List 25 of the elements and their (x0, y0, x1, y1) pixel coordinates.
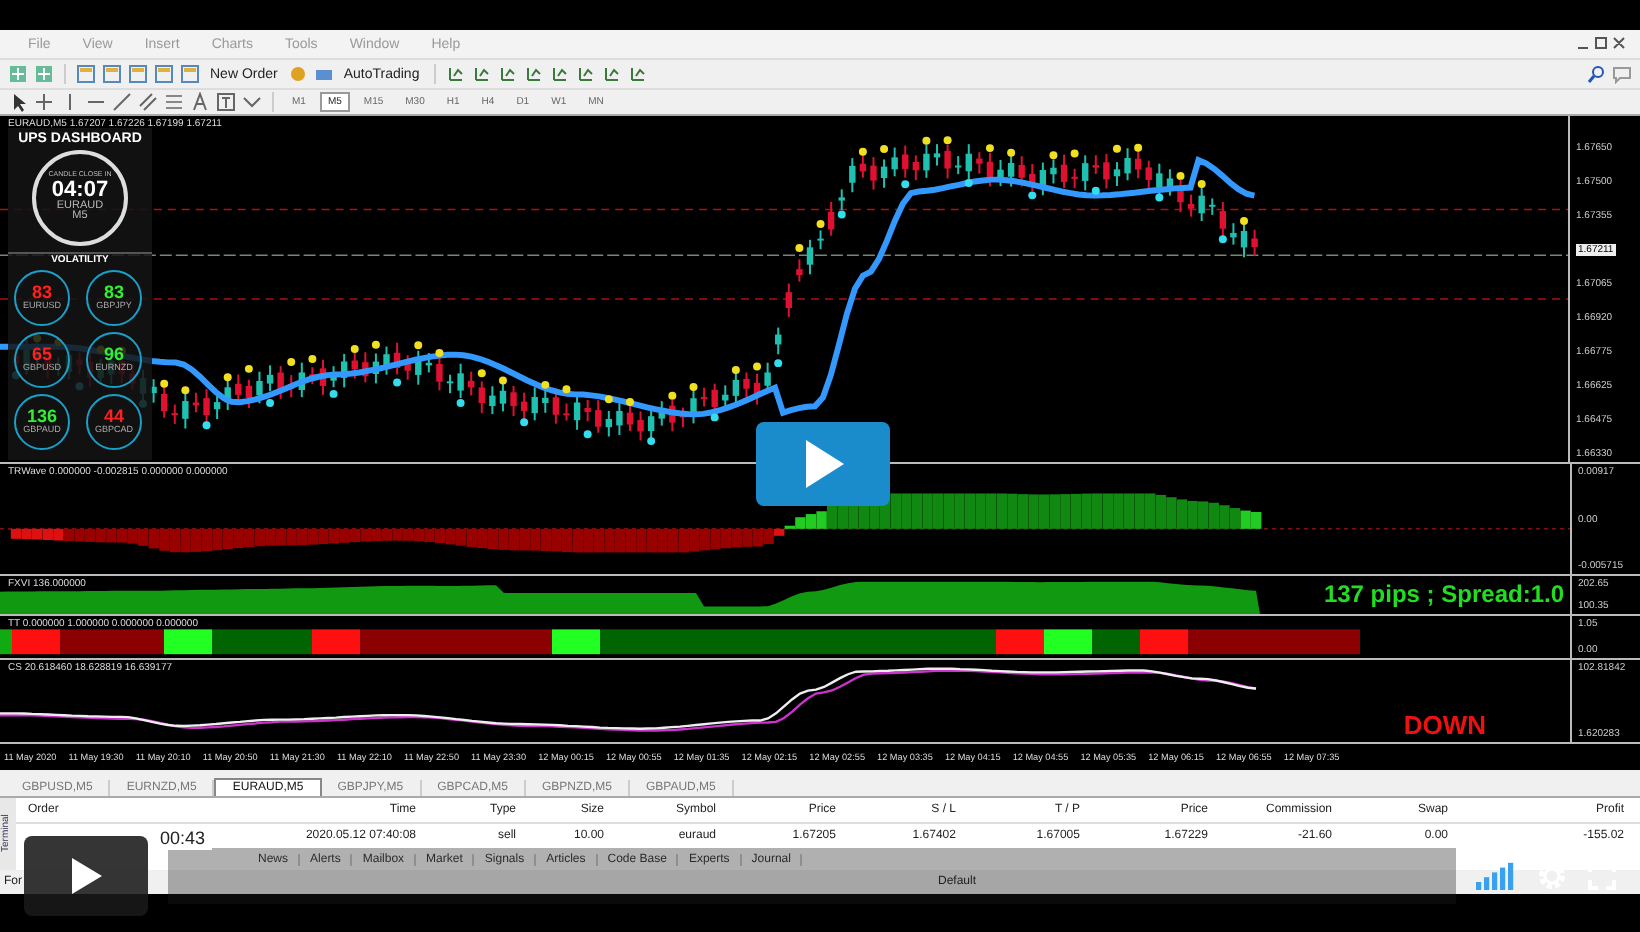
video-time-tooltip: 00:43 (154, 826, 212, 850)
window-controls-icon[interactable] (1576, 36, 1628, 52)
indicator-note: DOWN (1403, 710, 1486, 740)
window-icon[interactable] (154, 64, 174, 84)
cursor-icon[interactable] (8, 92, 28, 112)
play-icon (70, 858, 102, 894)
volatility-value: 136 (26, 408, 58, 427)
indicator-note: 137 pips ; Spread:1.0 (1323, 580, 1564, 608)
volume-icon[interactable] (1476, 862, 1516, 890)
fibonacci-icon[interactable] (164, 92, 184, 112)
volatility-value: 44 (103, 408, 124, 427)
label-icon[interactable] (216, 92, 236, 112)
progress-track[interactable] (168, 848, 1456, 904)
text-tool-icon[interactable] (190, 92, 210, 112)
volatility-value: 65 (31, 346, 52, 365)
search-icon[interactable] (1586, 64, 1606, 84)
trendline-icon[interactable] (112, 92, 132, 112)
play-button[interactable] (24, 836, 148, 916)
countdown-time: 04:07 (51, 179, 109, 202)
window-icon[interactable] (76, 64, 96, 84)
play-icon (801, 438, 845, 490)
volatility-value: 96 (103, 346, 124, 365)
chat-icon[interactable] (1612, 64, 1632, 84)
volatility-value: 83 (103, 284, 124, 303)
volatility-value: 83 (31, 284, 52, 303)
